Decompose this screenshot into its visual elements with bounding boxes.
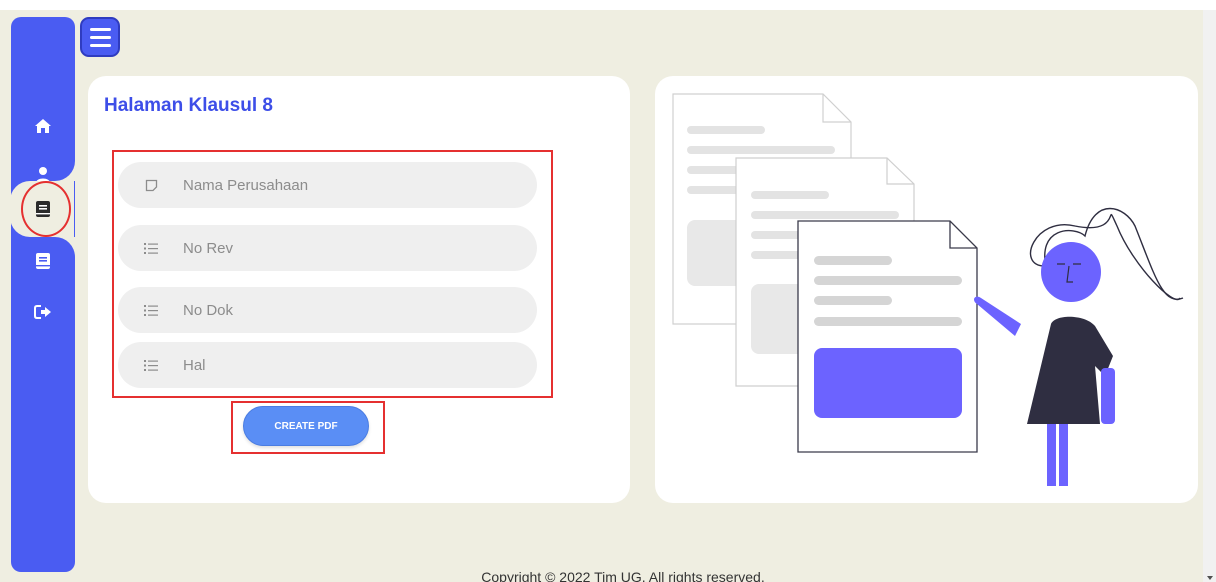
- no-rev-input[interactable]: [183, 239, 503, 257]
- illustration-card: [655, 76, 1198, 503]
- menu-toggle-button[interactable]: [80, 17, 120, 57]
- browser-top-strip: [0, 0, 1216, 10]
- logout-icon: [34, 305, 51, 319]
- list-numbered-icon: [144, 241, 158, 255]
- no-rev-field[interactable]: [118, 225, 537, 271]
- scroll-down-arrow-icon[interactable]: [1207, 576, 1213, 580]
- create-pdf-button[interactable]: CREATE PDF: [243, 406, 369, 446]
- highlight-circle: [21, 181, 71, 237]
- list-numbered-icon: [144, 358, 158, 372]
- note-icon: [144, 178, 158, 192]
- sidebar: [11, 17, 75, 572]
- list-numbered-icon: [144, 303, 158, 317]
- no-dok-input[interactable]: [183, 301, 503, 319]
- home-icon: [35, 119, 51, 133]
- book-icon: [36, 253, 50, 269]
- sidebar-item-book[interactable]: [11, 246, 75, 276]
- hamburger-icon: [89, 27, 111, 31]
- nama-perusahaan-input[interactable]: [183, 176, 503, 194]
- no-dok-field[interactable]: [118, 287, 537, 333]
- sidebar-item-home[interactable]: [11, 111, 75, 141]
- hal-input[interactable]: [183, 356, 503, 374]
- documents-illustration: [672, 93, 1184, 486]
- page-title: Halaman Klausul 8: [104, 95, 273, 116]
- vertical-scrollbar[interactable]: [1203, 10, 1216, 582]
- nama-perusahaan-field[interactable]: [118, 162, 537, 208]
- hal-field[interactable]: [118, 342, 537, 388]
- sidebar-item-logout[interactable]: [11, 297, 75, 327]
- footer-copyright: Copyright © 2022 Tim UG. All rights rese…: [481, 569, 765, 582]
- active-tab-curve-top: [55, 161, 75, 181]
